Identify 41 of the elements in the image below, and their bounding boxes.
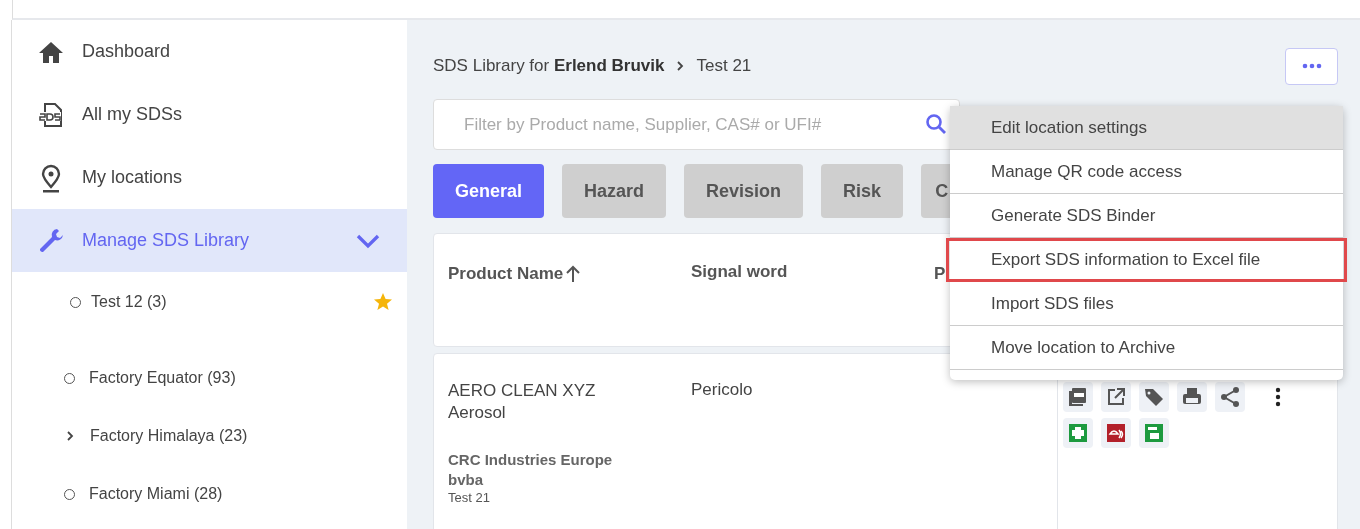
breadcrumb-text: SDS Library for Erlend Bruvik — [433, 56, 665, 76]
product-name[interactable]: AERO CLEAN XYZ Aerosol — [448, 380, 628, 424]
menu-item[interactable]: Move location to Archive — [950, 326, 1343, 370]
first-aid-icon — [1067, 422, 1089, 444]
share-button[interactable] — [1215, 382, 1245, 412]
location-item[interactable]: Factory Miami (28) — [12, 465, 407, 523]
menu-item[interactable]: Edit location settings — [950, 106, 1343, 150]
menu-item[interactable]: Generate SDS Binder — [950, 194, 1343, 238]
search-field[interactable]: Filter by Product name, Supplier, CAS# or UFI# — [433, 99, 960, 150]
column-header[interactable]: Product Name — [448, 262, 691, 286]
favorite-location-item[interactable]: Test 12 (3) — [12, 272, 407, 332]
column-header[interactable]: Signal word — [691, 260, 934, 284]
location-item[interactable]: Factory Himalaya (23) — [12, 407, 407, 465]
location-item[interactable]: Factory Equator (93) — [12, 349, 407, 407]
sidebar-item[interactable]: Manage SDS Library — [12, 209, 407, 272]
printer-button[interactable] — [1177, 382, 1207, 412]
tab[interactable]: Risk — [821, 164, 904, 218]
tag-button[interactable] — [1139, 382, 1169, 412]
tab[interactable]: Hazard — [562, 164, 667, 218]
tab[interactable]: Revision — [684, 164, 804, 218]
sidebar-item[interactable]: Dashboard — [12, 20, 407, 83]
more-icon — [1301, 63, 1322, 69]
menu-item[interactable]: Import SDS files — [950, 282, 1343, 326]
external-link-button[interactable] — [1101, 382, 1131, 412]
share-icon — [1219, 386, 1241, 408]
supplier-name: CRC Industries Europe bvba — [448, 450, 614, 490]
external-link-icon — [1105, 386, 1127, 408]
signal-word: Pericolo — [691, 379, 754, 401]
sidebar-item[interactable]: All my SDSs — [12, 83, 407, 146]
kebab-menu-icon — [1275, 386, 1281, 408]
menu-item[interactable]: Export SDS information to Excel file — [946, 238, 1347, 282]
menu-item[interactable]: Manage QR code access — [950, 150, 1343, 194]
location-name: Test 21 — [448, 490, 491, 505]
first-aid-button[interactable] — [1063, 418, 1093, 448]
tab[interactable]: General — [433, 164, 545, 218]
tag-icon — [1143, 386, 1165, 408]
more-button[interactable] — [1285, 47, 1338, 85]
column-header[interactable]: P — [934, 262, 946, 286]
sidebar-item[interactable]: My locations — [12, 146, 407, 209]
search-icon — [924, 112, 948, 136]
breadcrumb-link[interactable]: Test 21 — [696, 56, 752, 76]
